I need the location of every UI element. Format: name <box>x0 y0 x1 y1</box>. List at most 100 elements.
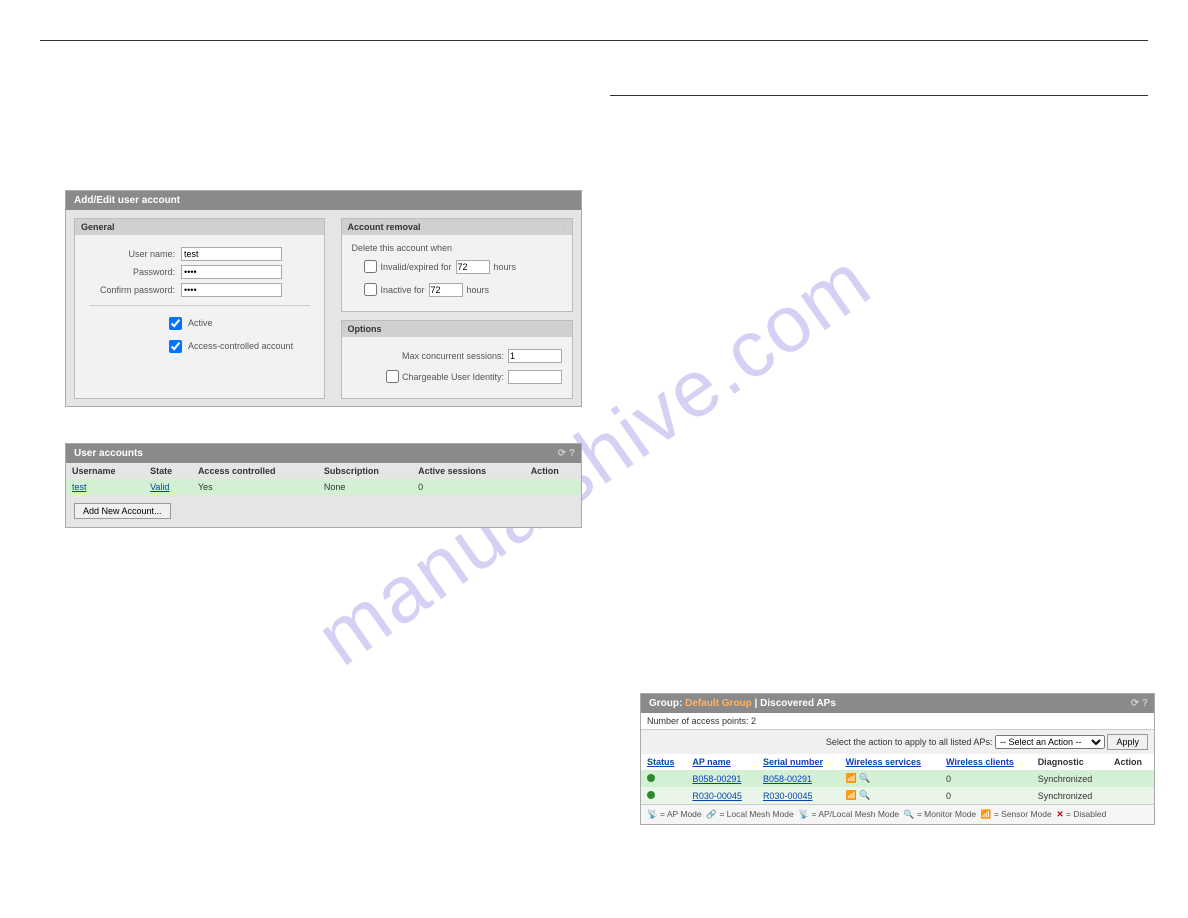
ap-count-label: Number of access points: 2 <box>647 716 756 726</box>
inactive-hours-input[interactable] <box>429 283 463 297</box>
cell-subscription: None <box>318 479 412 495</box>
invalid-hours-suffix: hours <box>494 262 517 272</box>
confirm-password-input[interactable] <box>181 283 282 297</box>
max-sessions-label: Max concurrent sessions: <box>402 351 504 361</box>
general-box: General ? User name: Password: Confirm p… <box>74 218 325 399</box>
add-new-account-button[interactable]: Add New Account... <box>74 503 171 519</box>
removal-header-text: Account removal <box>348 222 421 232</box>
help-icon[interactable]: ⟳ ? <box>1131 698 1148 709</box>
inactive-label: Inactive for <box>381 285 425 295</box>
options-header-text: Options <box>348 324 382 334</box>
cell-clients: 0 <box>940 787 1032 804</box>
cell-action <box>1108 787 1154 804</box>
cell-action <box>525 479 581 495</box>
col-diag: Diagnostic <box>1032 754 1108 770</box>
discovered-aps-table: Status AP name Serial number Wireless se… <box>641 754 1154 804</box>
group-suffix: | Discovered APs <box>752 698 836 709</box>
user-accounts-panel: User accounts ⟳ ? Username State Access … <box>65 443 582 528</box>
col-action: Action <box>525 463 581 479</box>
col-action: Action <box>1108 754 1154 770</box>
cell-diag: Synchronized <box>1032 770 1108 787</box>
discovered-aps-panel: Group: Default Group | Discovered APs ⟳ … <box>640 693 1155 825</box>
options-box: Options ? Max concurrent sessions: Charg… <box>341 320 574 399</box>
password-input[interactable] <box>181 265 282 279</box>
chargeable-checkbox[interactable] <box>386 370 399 383</box>
chargeable-input[interactable] <box>508 370 562 384</box>
add-edit-panel: Add/Edit user account General ? User nam… <box>65 190 582 407</box>
legend-aplm: = AP/Local Mesh Mode <box>811 809 899 819</box>
help-icon[interactable]: ⟳ ? <box>558 448 575 459</box>
secondary-divider <box>610 95 1148 96</box>
username-input[interactable] <box>181 247 282 261</box>
access-controlled-checkbox[interactable] <box>169 340 182 353</box>
cell-action <box>1108 770 1154 787</box>
col-wservices[interactable]: Wireless services <box>840 754 940 770</box>
cell-clients: 0 <box>940 770 1032 787</box>
max-sessions-input[interactable] <box>508 349 562 363</box>
user-accounts-title: User accounts <box>74 448 143 459</box>
inactive-hours-suffix: hours <box>467 285 490 295</box>
invalid-label: Invalid/expired for <box>381 262 452 272</box>
invalid-hours-input[interactable] <box>456 260 490 274</box>
removal-intro: Delete this account when <box>352 243 563 253</box>
monitor-icon: 🔍 <box>859 790 870 800</box>
col-wclients[interactable]: Wireless clients <box>940 754 1032 770</box>
action-label: Select the action to apply to all listed… <box>826 737 993 747</box>
add-edit-header: Add/Edit user account <box>66 191 581 210</box>
username-link[interactable]: test <box>72 482 87 492</box>
top-divider <box>40 40 1148 41</box>
col-serial[interactable]: Serial number <box>757 754 840 770</box>
col-state: State <box>144 463 192 479</box>
help-icon[interactable]: ? <box>561 223 567 233</box>
monitor-icon: 🔍 <box>904 809 915 819</box>
col-access: Access controlled <box>192 463 318 479</box>
antenna-icon: 📡 <box>647 809 658 819</box>
general-divider <box>89 305 310 306</box>
discovered-aps-header: Group: Default Group | Discovered APs ⟳ … <box>641 694 1154 713</box>
invalid-checkbox[interactable] <box>364 260 377 273</box>
mesh-icon: 🔗 <box>706 809 717 819</box>
help-icon[interactable]: ? <box>312 223 318 233</box>
table-row: B058-00291 B058-00291 📶 🔍 0 Synchronized <box>641 770 1154 787</box>
legend-row: 📡 = AP Mode 🔗 = Local Mesh Mode 📡 = AP/L… <box>641 804 1154 824</box>
password-label: Password: <box>85 267 175 277</box>
ap-name-link[interactable]: B058-00291 <box>692 774 741 784</box>
inactive-checkbox[interactable] <box>364 283 377 296</box>
status-dot-icon <box>647 791 655 799</box>
table-row: test Valid Yes None 0 <box>66 479 581 495</box>
apply-button[interactable]: Apply <box>1107 734 1148 750</box>
status-dot-icon <box>647 774 655 782</box>
legend-lm: = Local Mesh Mode <box>719 809 793 819</box>
legend-mon: = Monitor Mode <box>917 809 976 819</box>
group-prefix: Group: <box>649 698 685 709</box>
active-checkbox[interactable] <box>169 317 182 330</box>
group-name: Default Group <box>685 698 752 709</box>
sensor-icon: 📶 <box>981 809 992 819</box>
cell-active: 0 <box>412 479 525 495</box>
access-controlled-label: Access-controlled account <box>188 341 293 351</box>
confirm-password-label: Confirm password: <box>85 285 175 295</box>
legend-dis: = Disabled <box>1066 809 1106 819</box>
action-select[interactable]: -- Select an Action -- <box>995 735 1105 749</box>
help-icon[interactable]: ? <box>561 325 567 335</box>
col-active: Active sessions <box>412 463 525 479</box>
col-subscription: Subscription <box>318 463 412 479</box>
active-label: Active <box>188 318 213 328</box>
general-header: General ? <box>75 219 324 235</box>
username-label: User name: <box>85 249 175 259</box>
removal-box: Account removal ? Delete this account wh… <box>341 218 574 312</box>
antenna-icon: 📶 <box>846 773 857 783</box>
col-status[interactable]: Status <box>641 754 686 770</box>
antenna-icon: 📶 <box>846 790 857 800</box>
legend-sen: = Sensor Mode <box>994 809 1052 819</box>
legend-ap: = AP Mode <box>660 809 702 819</box>
serial-link[interactable]: B058-00291 <box>763 774 812 784</box>
cell-access: Yes <box>192 479 318 495</box>
state-link[interactable]: Valid <box>150 482 169 492</box>
ap-mesh-icon: 📡 <box>799 809 810 819</box>
serial-link[interactable]: R030-00045 <box>763 791 813 801</box>
disabled-icon: ✕ <box>1056 809 1063 819</box>
ap-count-row: Number of access points: 2 <box>641 713 1154 730</box>
col-apname[interactable]: AP name <box>686 754 757 770</box>
ap-name-link[interactable]: R030-00045 <box>692 791 742 801</box>
